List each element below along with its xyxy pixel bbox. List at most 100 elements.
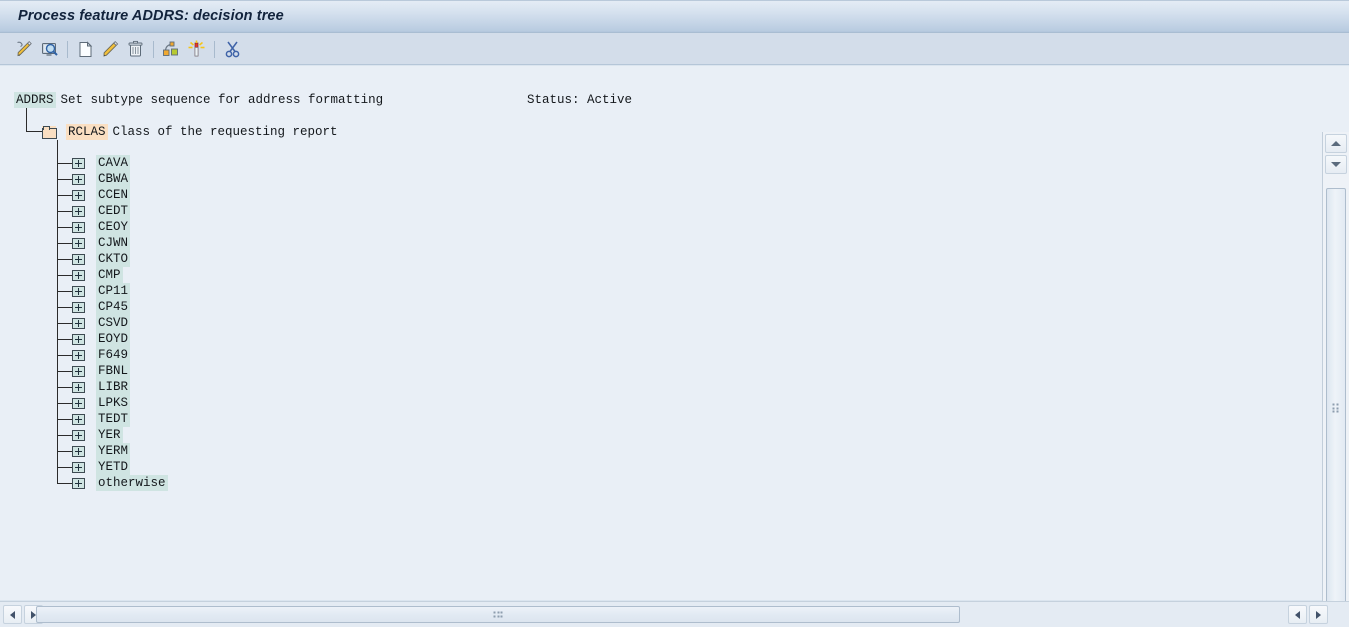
- display-icon[interactable]: [37, 36, 62, 62]
- tree-leaf-label[interactable]: LIBR: [96, 379, 131, 395]
- tree-leaf-row[interactable]: CP11: [72, 283, 131, 299]
- expand-plus-icon[interactable]: [72, 333, 85, 345]
- tree-leaf-row[interactable]: CEDT: [72, 203, 131, 219]
- expand-plus-icon[interactable]: [72, 285, 85, 297]
- expand-plus-icon[interactable]: [72, 413, 85, 425]
- expand-plus-icon[interactable]: [72, 205, 85, 217]
- chevron-right-icon: [1316, 610, 1321, 619]
- insert-node-icon[interactable]: [159, 36, 184, 62]
- vertical-scrollbar[interactable]: [1322, 132, 1349, 627]
- tree-connector-vertical: [26, 108, 27, 132]
- tree-leaf-row[interactable]: LPKS: [72, 395, 131, 411]
- tree-connector-horizontal: [57, 227, 72, 228]
- scroll-left-button-right[interactable]: [1288, 605, 1307, 624]
- tree-connector-horizontal: [57, 195, 72, 196]
- delete-icon[interactable]: [123, 36, 148, 62]
- toolbar-button-group: [12, 33, 245, 65]
- expand-plus-icon[interactable]: [72, 445, 85, 457]
- tree-leaf-label[interactable]: YERM: [96, 443, 131, 459]
- tree-leaf-label[interactable]: CJWN: [96, 235, 131, 251]
- tree-leaf-label[interactable]: CCEN: [96, 187, 131, 203]
- tree-leaf-row[interactable]: CMP: [72, 267, 123, 283]
- expand-plus-icon[interactable]: [72, 157, 85, 169]
- root-code[interactable]: ADDRS: [14, 92, 56, 108]
- chevron-left-icon: [10, 610, 15, 619]
- tree-leaf-label[interactable]: CEDT: [96, 203, 131, 219]
- expand-plus-icon[interactable]: [72, 269, 85, 281]
- tree-leaf-row[interactable]: LIBR: [72, 379, 131, 395]
- edit-icon[interactable]: [98, 36, 123, 62]
- tree-leaf-row[interactable]: YETD: [72, 459, 131, 475]
- tree-leaf-row[interactable]: CSVD: [72, 315, 131, 331]
- tree-connector-horizontal: [57, 419, 72, 420]
- tree-leaf-label[interactable]: FBNL: [96, 363, 131, 379]
- expand-plus-icon[interactable]: [72, 237, 85, 249]
- expand-plus-icon[interactable]: [72, 301, 85, 313]
- tree-leaf-label[interactable]: CP11: [96, 283, 131, 299]
- expand-plus-icon[interactable]: [72, 477, 85, 489]
- tree-node-branch[interactable]: RCLAS Class of the requesting report: [42, 124, 338, 140]
- page-title: Process feature ADDRS: decision tree: [18, 8, 284, 24]
- tree-connector-horizontal: [57, 387, 72, 388]
- expand-plus-icon[interactable]: [72, 429, 85, 441]
- tree-leaf-label[interactable]: CSVD: [96, 315, 131, 331]
- tree-leaf-label[interactable]: TEDT: [96, 411, 131, 427]
- create-icon[interactable]: [73, 36, 98, 62]
- tree-node-root[interactable]: ADDRS Set subtype sequence for address f…: [14, 92, 383, 108]
- tree-leaf-row[interactable]: EOYD: [72, 331, 131, 347]
- tree-leaf-label[interactable]: CAVA: [96, 155, 131, 171]
- tree-leaf-row[interactable]: CBWA: [72, 171, 131, 187]
- tree-leaf-row[interactable]: CEOY: [72, 219, 131, 235]
- scroll-grip-icon: [493, 611, 503, 618]
- tree-leaf-row[interactable]: CP45: [72, 299, 131, 315]
- branch-code[interactable]: RCLAS: [66, 124, 108, 140]
- expand-plus-icon[interactable]: [72, 381, 85, 393]
- tree-leaf-row[interactable]: CJWN: [72, 235, 131, 251]
- scroll-down-button[interactable]: [1325, 155, 1347, 174]
- tree-connector-horizontal: [57, 467, 72, 468]
- tree-leaf-label[interactable]: otherwise: [96, 475, 168, 491]
- tree-leaf-row[interactable]: CKTO: [72, 251, 131, 267]
- tree-leaf-label[interactable]: F649: [96, 347, 131, 363]
- tree-leaf-label[interactable]: CMP: [96, 267, 123, 283]
- horizontal-scrollbar[interactable]: [0, 601, 1349, 627]
- tree-leaf-label[interactable]: YETD: [96, 459, 131, 475]
- decision-tree-pane[interactable]: Status: Active ADDRS Set subtype sequenc…: [0, 66, 1319, 600]
- tree-leaf-label[interactable]: CBWA: [96, 171, 131, 187]
- tree-leaf-label[interactable]: LPKS: [96, 395, 131, 411]
- expand-plus-icon[interactable]: [72, 189, 85, 201]
- expand-plus-icon[interactable]: [72, 461, 85, 473]
- expand-plus-icon[interactable]: [72, 253, 85, 265]
- tree-leaf-row[interactable]: F649: [72, 347, 131, 363]
- scroll-left-button[interactable]: [3, 605, 22, 624]
- vertical-scroll-thumb[interactable]: [1326, 188, 1346, 627]
- tree-leaf-row[interactable]: CAVA: [72, 155, 131, 171]
- tree-leaf-row[interactable]: TEDT: [72, 411, 131, 427]
- scroll-up-button[interactable]: [1325, 134, 1347, 153]
- scroll-right-button-right[interactable]: [1309, 605, 1328, 624]
- expand-plus-icon[interactable]: [72, 397, 85, 409]
- tree-leaf-label[interactable]: YER: [96, 427, 123, 443]
- tree-leaf-label[interactable]: CEOY: [96, 219, 131, 235]
- expand-plus-icon[interactable]: [72, 349, 85, 361]
- tree-leaf-row[interactable]: YER: [72, 427, 123, 443]
- tree-connector-horizontal: [57, 355, 72, 356]
- expand-plus-icon[interactable]: [72, 173, 85, 185]
- open-folder-icon[interactable]: [42, 126, 57, 139]
- tree-leaf-row[interactable]: YERM: [72, 443, 131, 459]
- change-icon[interactable]: [12, 36, 37, 62]
- tree-leaf-label[interactable]: CP45: [96, 299, 131, 315]
- horizontal-scroll-thumb[interactable]: [36, 606, 960, 623]
- tree-leaf-row[interactable]: FBNL: [72, 363, 131, 379]
- tree-leaf-label[interactable]: EOYD: [96, 331, 131, 347]
- expand-plus-icon[interactable]: [72, 317, 85, 329]
- expand-plus-icon[interactable]: [72, 221, 85, 233]
- tree-leaf-label[interactable]: CKTO: [96, 251, 131, 267]
- cut-icon[interactable]: [220, 36, 245, 62]
- chevron-down-icon: [1331, 162, 1341, 167]
- magic-wand-icon[interactable]: [184, 36, 209, 62]
- tree-leaf-row[interactable]: otherwise: [72, 475, 168, 491]
- expand-plus-icon[interactable]: [72, 365, 85, 377]
- tree-leaf-row[interactable]: CCEN: [72, 187, 131, 203]
- tree-connector-trunk: [57, 140, 58, 483]
